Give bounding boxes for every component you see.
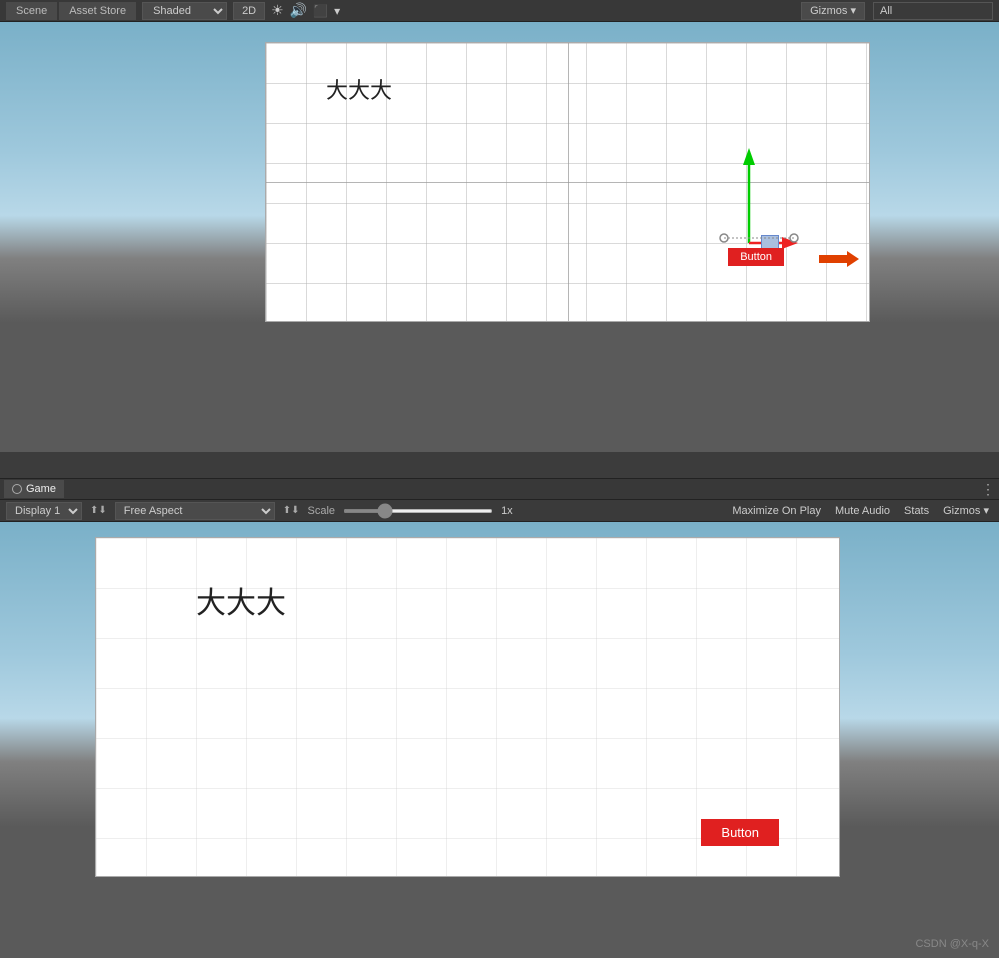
scale-slider[interactable] [343, 509, 493, 513]
shaded-dropdown[interactable]: Shaded Wireframe [142, 2, 227, 20]
2d-button[interactable]: 2D [233, 2, 265, 20]
game-gizmos-label: Gizmos [943, 505, 980, 517]
scene-toolbar: Scene Asset Store Shaded Wireframe 2D ☀ … [0, 0, 999, 22]
scene-canvas: 大大大 Button [265, 42, 870, 322]
mute-audio-button[interactable]: Mute Audio [831, 504, 894, 518]
scene-text-label: 大大大 [326, 73, 392, 105]
more-icon: ▾ [334, 4, 340, 18]
game-canvas: 大大大 Button [95, 537, 840, 877]
game-tab-icon [12, 484, 22, 494]
aspect-select[interactable]: Free Aspect [115, 502, 275, 520]
game-toolbar-right: ⋮ [981, 481, 995, 498]
scene-tab[interactable]: Scene [6, 2, 57, 20]
watermark: CSDN @X-q-X [915, 938, 989, 950]
audio-icon: 🔊 [290, 2, 307, 19]
aspect-arrow-icon: ⬆⬇ [283, 505, 300, 516]
gizmos-button[interactable]: Gizmos ▾ [801, 2, 865, 20]
game-tab[interactable]: Game [4, 480, 64, 498]
game-tab-label: Game [26, 483, 56, 495]
game-toolbar: Game ⋮ [0, 478, 999, 500]
scene-view: 大大大 Button [0, 22, 999, 452]
scene-button-element[interactable]: Button [728, 248, 784, 266]
game-view: 大大大 Button [0, 522, 999, 958]
display-arrow-icon: ⬆⬇ [90, 505, 107, 516]
game-text-label: 大大大 [196, 578, 286, 622]
scene-tabs: Scene Asset Store [6, 2, 136, 20]
asset-store-tab[interactable]: Asset Store [59, 2, 136, 20]
fx-icon: ⬛ [313, 4, 328, 18]
toolbar-right: Gizmos ▾ [801, 2, 993, 20]
display-select[interactable]: Display 1 [6, 502, 82, 520]
game-panel: Game ⋮ Display 1 ⬆⬇ Free Aspect ⬆⬇ Scale… [0, 478, 999, 958]
scale-value: 1x [501, 505, 521, 517]
stats-button[interactable]: Stats [900, 504, 933, 518]
game-gizmos-button[interactable]: Gizmos ▾ [939, 503, 993, 518]
game-gizmos-dropdown-icon: ▾ [983, 505, 989, 517]
scene-search-input[interactable] [873, 2, 993, 20]
maximize-on-play-button[interactable]: Maximize On Play [728, 504, 825, 518]
scale-label: Scale [308, 505, 336, 517]
game-menu-icon[interactable]: ⋮ [981, 481, 995, 498]
sun-icon: ☀ [271, 2, 284, 19]
game-button-element[interactable]: Button [701, 819, 779, 846]
scene-arrow-icon [819, 247, 859, 271]
game-sub-toolbar: Display 1 ⬆⬇ Free Aspect ⬆⬇ Scale 1x Max… [0, 500, 999, 522]
gizmos-dropdown-icon: ▾ [850, 5, 856, 17]
game-controls: Maximize On Play Mute Audio Stats Gizmos… [728, 503, 993, 518]
gizmos-label: Gizmos [810, 5, 847, 17]
